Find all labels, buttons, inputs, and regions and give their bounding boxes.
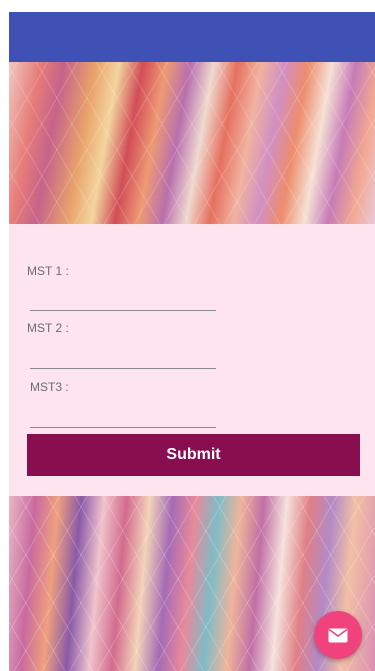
mst1-label: MST 1 : (27, 264, 69, 278)
email-fab-button[interactable] (314, 611, 362, 659)
email-icon (328, 628, 348, 643)
mst1-input[interactable] (30, 288, 216, 311)
app-bar (9, 12, 375, 62)
app-screen: MST 1 : MST 2 : MST3 : Submit (0, 0, 375, 671)
mst-form: MST 1 : MST 2 : MST3 : Submit (9, 224, 375, 496)
mst2-label: MST 2 : (27, 321, 69, 335)
header-background-pattern (9, 62, 375, 224)
mst3-input[interactable] (30, 405, 216, 428)
mst2-input[interactable] (30, 346, 216, 369)
submit-button[interactable]: Submit (27, 434, 360, 476)
mst3-label: MST3 : (30, 380, 69, 394)
